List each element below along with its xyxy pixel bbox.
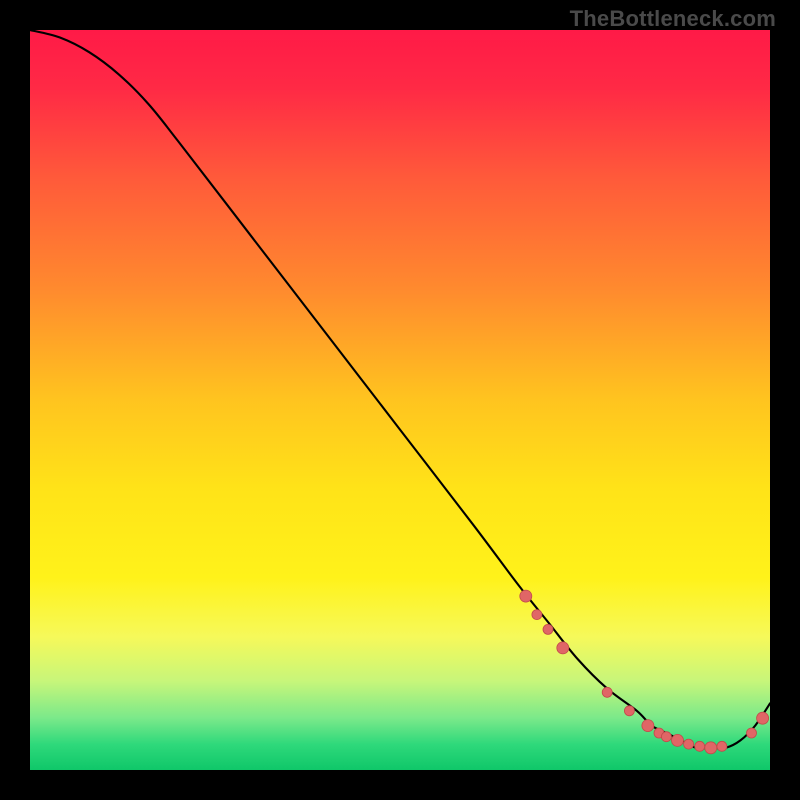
curve-marker bbox=[747, 728, 757, 738]
curve-marker bbox=[543, 624, 553, 634]
curve-marker bbox=[684, 739, 694, 749]
curve-marker bbox=[717, 741, 727, 751]
curve-marker bbox=[557, 642, 569, 654]
curve-marker bbox=[705, 742, 717, 754]
watermark-text: TheBottleneck.com bbox=[570, 6, 776, 32]
curve-marker bbox=[520, 590, 532, 602]
curve-marker bbox=[661, 732, 671, 742]
gradient-background bbox=[30, 30, 770, 770]
curve-marker bbox=[695, 741, 705, 751]
curve-marker bbox=[624, 706, 634, 716]
chart-stage: TheBottleneck.com bbox=[0, 0, 800, 800]
curve-marker bbox=[532, 610, 542, 620]
plot-area bbox=[30, 30, 770, 770]
plot-svg bbox=[30, 30, 770, 770]
curve-marker bbox=[757, 712, 769, 724]
curve-marker bbox=[602, 687, 612, 697]
curve-marker bbox=[672, 734, 684, 746]
curve-marker bbox=[642, 720, 654, 732]
